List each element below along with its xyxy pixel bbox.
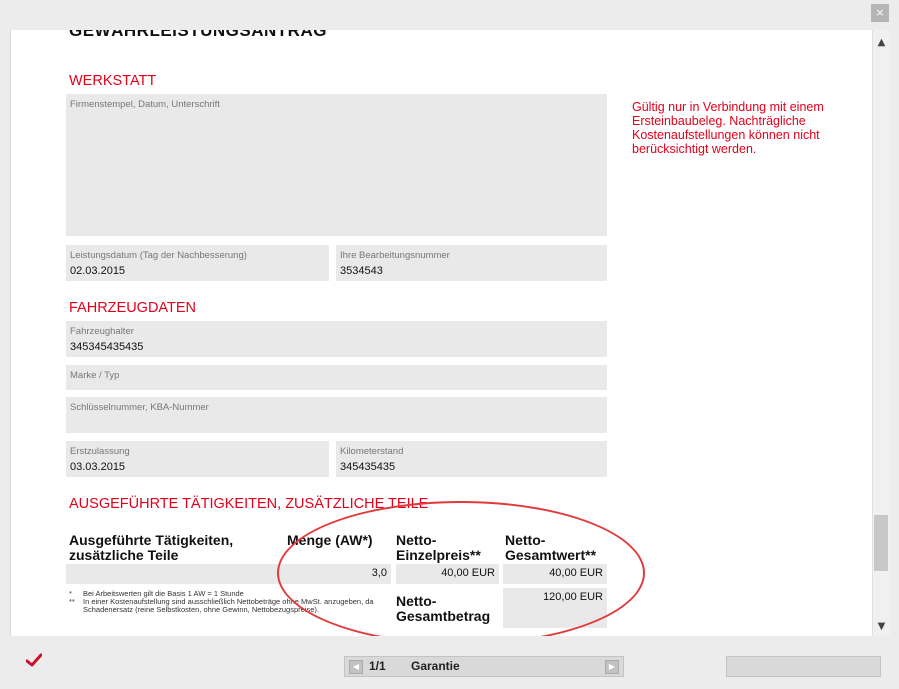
section-werkstatt-heading: WERKSTATT bbox=[69, 73, 157, 89]
leistungsdatum-value: 02.03.2015 bbox=[70, 265, 126, 277]
scroll-thumb[interactable] bbox=[874, 515, 888, 571]
leistungsdatum-field[interactable]: Leistungsdatum (Tag der Nachbesserung) 0… bbox=[66, 245, 329, 281]
halter-value: 345345435435 bbox=[70, 341, 144, 353]
validity-notice: Gültig nur in Verbindung mit einem Erste… bbox=[632, 100, 824, 156]
footnote-2-mark: ** bbox=[69, 597, 75, 606]
page-navigator: ◀ 1/1 Garantie ▶ bbox=[344, 656, 624, 677]
scroll-up-icon[interactable]: ▲ bbox=[873, 36, 890, 50]
red-highlight-circle bbox=[277, 501, 645, 636]
stamp-field[interactable]: Firmenstempel, Datum, Unterschrift bbox=[66, 94, 607, 236]
kilometerstand-value: 345435435 bbox=[340, 461, 396, 473]
prev-page-icon[interactable]: ◀ bbox=[349, 660, 363, 674]
document-viewer: GEWÄHRLEISTUNGSANTRAG WERKSTATT Firmenst… bbox=[10, 30, 873, 636]
marke-field[interactable]: Marke / Typ bbox=[66, 365, 607, 390]
schluessel-label: Schlüsselnummer, KBA-Nummer bbox=[70, 402, 209, 413]
checkmark-icon[interactable] bbox=[25, 653, 43, 672]
marke-label: Marke / Typ bbox=[70, 370, 120, 381]
bearbeitungsnummer-label: Ihre Bearbeitungsnummer bbox=[340, 250, 450, 261]
section-fahrzeug-heading: FAHRZEUGDATEN bbox=[69, 300, 197, 316]
stamp-label: Firmenstempel, Datum, Unterschrift bbox=[70, 99, 220, 110]
vertical-scrollbar[interactable]: ▲ ▼ bbox=[872, 30, 890, 636]
schluessel-field[interactable]: Schlüsselnummer, KBA-Nummer bbox=[66, 397, 607, 433]
next-page-icon[interactable]: ▶ bbox=[605, 660, 619, 674]
erstzulassung-label: Erstzulassung bbox=[70, 446, 130, 457]
page-indicator: 1/1 bbox=[369, 659, 386, 673]
halter-label: Fahrzeughalter bbox=[70, 326, 134, 337]
scroll-down-icon[interactable]: ▼ bbox=[873, 620, 890, 634]
kilometerstand-label: Kilometerstand bbox=[340, 446, 404, 457]
erstzulassung-value: 03.03.2015 bbox=[70, 461, 126, 473]
bearbeitungsnummer-field[interactable]: Ihre Bearbeitungsnummer 3534543 bbox=[336, 245, 607, 281]
leistungsdatum-label: Leistungsdatum (Tag der Nachbesserung) bbox=[70, 250, 247, 261]
bearbeitungsnummer-value: 3534543 bbox=[340, 265, 383, 277]
col-header-activity: Ausgeführte Tätigkeiten, zusätzliche Tei… bbox=[69, 532, 234, 563]
erstzulassung-field[interactable]: Erstzulassung 03.03.2015 bbox=[66, 441, 329, 477]
document-title: GEWÄHRLEISTUNGSANTRAG bbox=[69, 30, 327, 40]
bottom-right-field[interactable] bbox=[726, 656, 881, 677]
halter-field[interactable]: Fahrzeughalter 345345435435 bbox=[66, 321, 607, 357]
top-bar: × bbox=[0, 0, 899, 30]
kilometerstand-field[interactable]: Kilometerstand 345435435 bbox=[336, 441, 607, 477]
document-name: Garantie bbox=[411, 659, 460, 673]
close-button[interactable]: × bbox=[871, 4, 889, 22]
